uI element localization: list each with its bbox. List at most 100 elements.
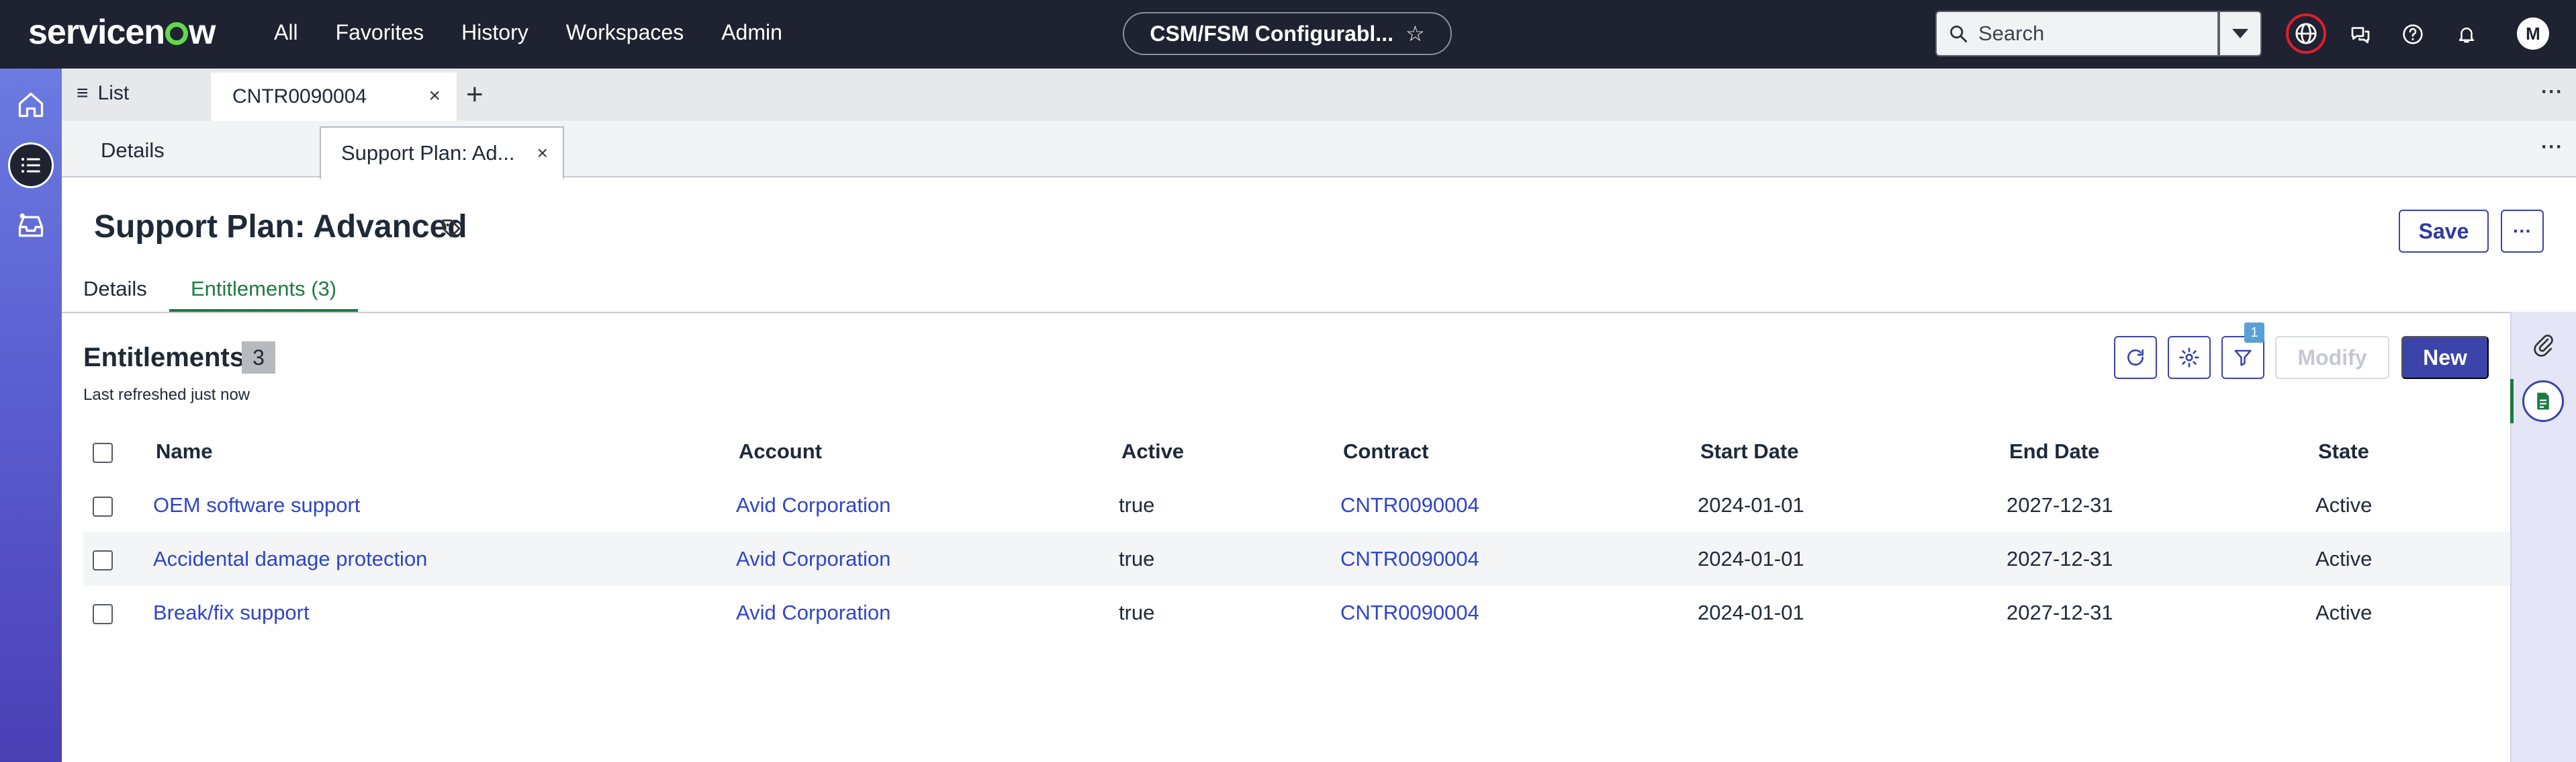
- cell-state: Active: [2315, 601, 2373, 624]
- row-select-cell: [83, 478, 153, 532]
- inbox-icon[interactable]: [8, 203, 54, 249]
- modify-button[interactable]: Modify: [2275, 336, 2389, 379]
- select-all-checkbox[interactable]: [93, 442, 113, 463]
- search-icon: [1950, 26, 1968, 43]
- search-scope-dropdown[interactable]: [2219, 11, 2262, 56]
- row-checkbox[interactable]: [93, 603, 113, 624]
- row-select-cell: [83, 586, 153, 640]
- cell-state: Active: [2315, 532, 2510, 586]
- row-checkbox[interactable]: [93, 550, 113, 570]
- cell-account: Avid Corporation: [736, 532, 1119, 586]
- entitlements-table: Name Account Active Contract Start Date …: [83, 425, 2510, 640]
- active-indicator: [2510, 379, 2514, 423]
- menu-all[interactable]: All: [274, 20, 298, 45]
- menu-history[interactable]: History: [461, 20, 528, 45]
- chat-icon[interactable]: [2342, 16, 2379, 52]
- servicenow-logo[interactable]: servicen w: [28, 12, 216, 52]
- cell-start-date: 2024-01-01: [1698, 493, 1804, 517]
- settings-button[interactable]: [2168, 336, 2211, 379]
- cell-start-date: 2024-01-01: [1698, 532, 2007, 586]
- chevron-down-icon: [2232, 29, 2248, 38]
- entitlement-link[interactable]: Accidental damage protection: [153, 547, 427, 570]
- home-icon[interactable]: [8, 82, 54, 128]
- column-header-contract[interactable]: Contract: [1340, 425, 1698, 478]
- user-avatar[interactable]: M: [2517, 17, 2549, 50]
- add-tab-button[interactable]: +: [466, 78, 484, 112]
- account-link[interactable]: Avid Corporation: [736, 601, 890, 624]
- column-header-start-date[interactable]: Start Date: [1698, 425, 2007, 478]
- entitlement-link[interactable]: Break/fix support: [153, 601, 310, 624]
- subtab-strip-more-icon[interactable]: ···: [2541, 136, 2563, 159]
- filter-icon: [2234, 349, 2252, 366]
- row-select-cell: [83, 532, 153, 586]
- account-link[interactable]: Avid Corporation: [736, 547, 890, 570]
- tab-entitlements[interactable]: Entitlements (3): [169, 273, 359, 312]
- application-scope-pill[interactable]: CSM/FSM Configurabl... ☆: [1123, 12, 1452, 55]
- tab-strip-more-icon[interactable]: ···: [2541, 81, 2563, 103]
- new-button[interactable]: New: [2401, 336, 2489, 379]
- logo-o-mark: [165, 22, 189, 45]
- cell-account: Avid Corporation: [736, 478, 1119, 532]
- page-title: Support Plan: Advanced: [94, 209, 467, 245]
- table-header-row: Name Account Active Contract Start Date …: [83, 425, 2510, 478]
- subtab-details[interactable]: Details: [101, 138, 165, 163]
- subtab-support-plan-label: Support Plan: Ad...: [341, 141, 515, 165]
- document-icon[interactable]: [2522, 380, 2564, 422]
- tag-icon[interactable]: [441, 218, 462, 243]
- menu-favorites[interactable]: Favorites: [336, 20, 424, 45]
- contract-link[interactable]: CNTR0090004: [1340, 493, 1479, 517]
- row-checkbox[interactable]: [93, 496, 113, 517]
- globe-icon[interactable]: [2286, 13, 2326, 54]
- close-icon[interactable]: ×: [537, 142, 548, 164]
- select-all-cell: [83, 425, 153, 478]
- cell-contract: CNTR0090004: [1340, 478, 1698, 532]
- table-row: Accidental damage protection Avid Corpor…: [83, 532, 2510, 586]
- tab-list[interactable]: ≡ List: [77, 82, 129, 105]
- cell-state: Active: [2315, 493, 2373, 517]
- menu-workspaces[interactable]: Workspaces: [566, 20, 684, 45]
- save-button[interactable]: Save: [2399, 210, 2489, 253]
- tab-details[interactable]: Details: [83, 277, 147, 301]
- help-icon[interactable]: [2395, 16, 2431, 52]
- global-search: [1935, 11, 2219, 56]
- list-icon[interactable]: [8, 142, 54, 188]
- account-link[interactable]: Avid Corporation: [736, 493, 890, 517]
- table-row: Break/fix support Avid Corporation true …: [83, 586, 2510, 640]
- cell-end-date: 2027-12-31: [2007, 601, 2113, 624]
- entitlement-link[interactable]: OEM software support: [153, 493, 360, 517]
- subtab-support-plan[interactable]: Support Plan: Ad... ×: [320, 126, 564, 179]
- star-icon[interactable]: ☆: [1406, 21, 1425, 46]
- workspace-tab-strip: ≡ List CNTR0090004 × + ···: [62, 69, 2576, 121]
- column-header-state[interactable]: State: [2315, 425, 2510, 478]
- tab-list-label: List: [97, 82, 130, 104]
- cell-name: Accidental damage protection: [153, 532, 736, 586]
- refresh-icon: [2127, 349, 2144, 366]
- cell-account: Avid Corporation: [736, 586, 1119, 640]
- filter-count-badge: 1: [2244, 323, 2264, 343]
- hamburger-icon: ≡: [77, 82, 89, 104]
- cell-name: OEM software support: [153, 478, 736, 532]
- search-input[interactable]: [1978, 22, 2200, 46]
- cell-end-date: 2027-12-31: [2007, 532, 2315, 586]
- contract-link[interactable]: CNTR0090004: [1340, 547, 1479, 570]
- top-navigation-bar: servicen w All Favorites History Workspac…: [0, 0, 2576, 69]
- bell-icon[interactable]: [2448, 16, 2485, 52]
- refresh-button[interactable]: [2114, 336, 2157, 379]
- cell-contract: CNTR0090004: [1340, 532, 1698, 586]
- column-header-name[interactable]: Name: [153, 425, 736, 478]
- menu-admin[interactable]: Admin: [721, 20, 782, 45]
- close-icon[interactable]: ×: [428, 85, 441, 108]
- paperclip-icon[interactable]: [2532, 333, 2556, 361]
- column-header-account[interactable]: Account: [736, 425, 1119, 478]
- column-header-active[interactable]: Active: [1119, 425, 1340, 478]
- cell-contract: CNTR0090004: [1340, 586, 1698, 640]
- related-list-title: Entitlements: [83, 343, 245, 372]
- plus-icon: +: [466, 78, 484, 111]
- tab-divider: [62, 312, 2510, 313]
- logo-text-2: w: [189, 13, 216, 52]
- more-actions-button[interactable]: ···: [2501, 210, 2544, 253]
- cell-start-date: 2024-01-01: [1698, 601, 1804, 624]
- contract-link[interactable]: CNTR0090004: [1340, 601, 1479, 624]
- column-header-end-date[interactable]: End Date: [2007, 425, 2315, 478]
- tab-record[interactable]: CNTR0090004 ×: [211, 73, 457, 121]
